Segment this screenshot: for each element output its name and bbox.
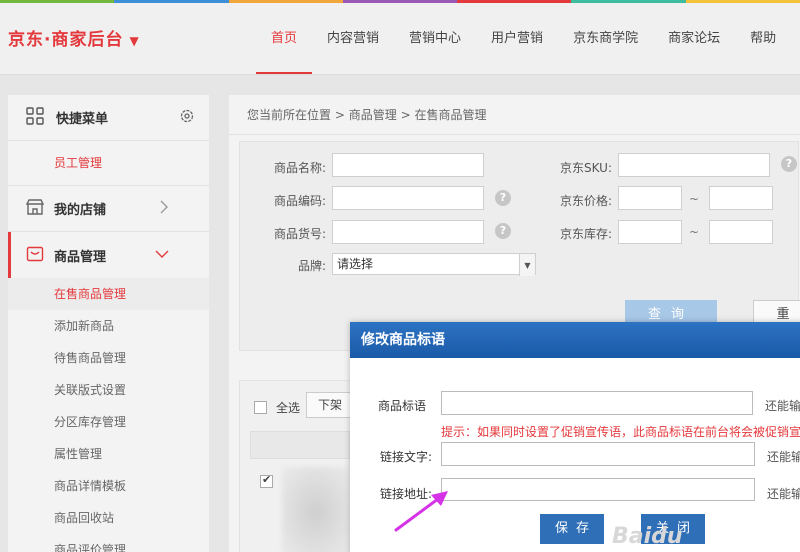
help-icon[interactable]: ? [781,156,797,172]
nav-jd-academy[interactable]: 京东商学院 [558,3,653,74]
top-header: 京东·商家后台 ▼ 首页 内容营销 营销中心 用户营销 京东商学院 商家论坛 帮助 [0,3,800,75]
select-all-label: 全选 [276,401,301,415]
slogan-warning: 提示：如果同时设置了促销宣传语，此商品标语在前台将会被促销宣 [441,425,800,439]
link-text-char-tip: 还能输 [767,450,800,464]
sidebar-item-zone-stock[interactable]: 分区库存管理 [8,406,209,438]
range-separator: ~ [689,225,700,239]
link-text-label: 链接文字: [380,450,433,464]
save-button[interactable]: 保存 [540,514,604,544]
slogan-char-tip: 还能输 [765,399,800,413]
breadcrumb-separator: > [334,108,345,122]
goods-name-input[interactable] [332,153,484,177]
price-max-input[interactable] [709,186,773,210]
logo-text: 京东·商家后台 [8,30,124,50]
caret-down-icon[interactable]: ▼ [129,34,139,48]
nav-user-marketing[interactable]: 用户营销 [476,3,558,74]
link-text-input[interactable] [441,442,755,466]
chevron-down-icon [155,248,169,262]
nav-help[interactable]: 帮助 [735,3,791,74]
my-store-label: 我的店铺 [54,203,107,218]
sidebar-item-reviews[interactable]: 商品评价管理 [8,534,209,552]
sidebar-item-layout[interactable]: 关联版式设置 [8,374,209,406]
breadcrumb: 您当前所在位置 > 商品管理 > 在售商品管理 [229,95,800,135]
brand-select[interactable]: 请选择 ▼ [332,253,536,276]
watermark-logo: Baidu [612,524,683,549]
breadcrumb-goods[interactable]: 商品管理 [349,108,397,122]
sidebar-item-add-goods[interactable]: 添加新商品 [8,310,209,342]
link-url-input[interactable] [441,478,755,501]
brand-label: 品牌: [297,259,326,273]
dialog-title: 修改商品标语 [350,322,800,358]
sidebar-item-staff[interactable]: 员工管理 [8,141,209,186]
sidebar-item-pending-sale[interactable]: 待售商品管理 [8,342,209,374]
sidebar: 快捷菜单 员工管理 我的店铺 商品管理 在售商品管理 添加新商品 待售商品管理 … [8,95,209,552]
goods-mgmt-label: 商品管理 [54,249,107,265]
sidebar-item-detail-template[interactable]: 商品详情模板 [8,470,209,502]
off-shelf-button[interactable]: 下架 [306,392,354,418]
jd-price-label: 京东价格: [559,194,612,208]
jd-sku-label: 京东SKU: [560,161,612,175]
main-nav: 首页 内容营销 营销中心 用户营销 京东商学院 商家论坛 帮助 [256,3,791,74]
goods-code-label: 商品编码: [273,194,326,208]
link-url-char-tip: 还能输 [767,487,800,501]
goods-no-input[interactable] [332,220,484,244]
range-separator: ~ [689,192,700,206]
breadcrumb-separator: > [400,108,411,122]
jd-stock-label: 京东库存: [559,227,612,241]
price-min-input[interactable] [618,186,682,210]
sidebar-group-my-store[interactable]: 我的店铺 [8,186,209,232]
product-thumbnail [282,467,350,552]
row-checkbox[interactable] [260,473,273,488]
table-header [250,431,350,459]
goods-name-label: 商品名称: [273,161,326,175]
annotation-arrow-icon [394,491,448,532]
nav-forum[interactable]: 商家论坛 [653,3,735,74]
breadcrumb-on-sale: 在售商品管理 [414,108,487,122]
brand-select-value: 请选择 [337,257,374,271]
brand-logo[interactable]: 京东·商家后台 ▼ [8,25,140,50]
gear-icon[interactable] [179,108,195,127]
grid-icon [26,107,44,128]
nav-content-marketing[interactable]: 内容营销 [312,3,394,74]
dropdown-arrow-icon[interactable]: ▼ [519,254,535,276]
sidebar-item-recycle-bin[interactable]: 商品回收站 [8,502,209,534]
help-icon[interactable]: ? [495,190,511,206]
sidebar-item-on-sale[interactable]: 在售商品管理 [8,278,209,310]
nav-home[interactable]: 首页 [256,3,313,74]
slogan-input[interactable] [441,391,753,415]
store-icon [25,199,45,218]
goods-code-input[interactable] [332,186,484,210]
chevron-right-icon [159,200,169,217]
sidebar-item-attributes[interactable]: 属性管理 [8,438,209,470]
goods-submenu: 在售商品管理 添加新商品 待售商品管理 关联版式设置 分区库存管理 属性管理 商… [8,278,209,552]
slogan-label: 商品标语 [378,399,427,413]
select-all-checkbox[interactable] [254,401,267,414]
breadcrumb-prefix: 您当前所在位置 [247,108,332,122]
sidebar-group-goods[interactable]: 商品管理 [8,232,209,278]
nav-marketing-center[interactable]: 营销中心 [394,3,476,74]
stock-min-input[interactable] [618,220,682,244]
jd-sku-input[interactable] [618,153,770,177]
help-icon[interactable]: ? [495,223,511,239]
quick-menu-title: 快捷菜单 [56,112,109,127]
goods-no-label: 商品货号: [273,227,326,241]
quick-menu-header[interactable]: 快捷菜单 [8,95,209,141]
stock-max-input[interactable] [709,220,773,244]
goods-icon [26,246,44,265]
